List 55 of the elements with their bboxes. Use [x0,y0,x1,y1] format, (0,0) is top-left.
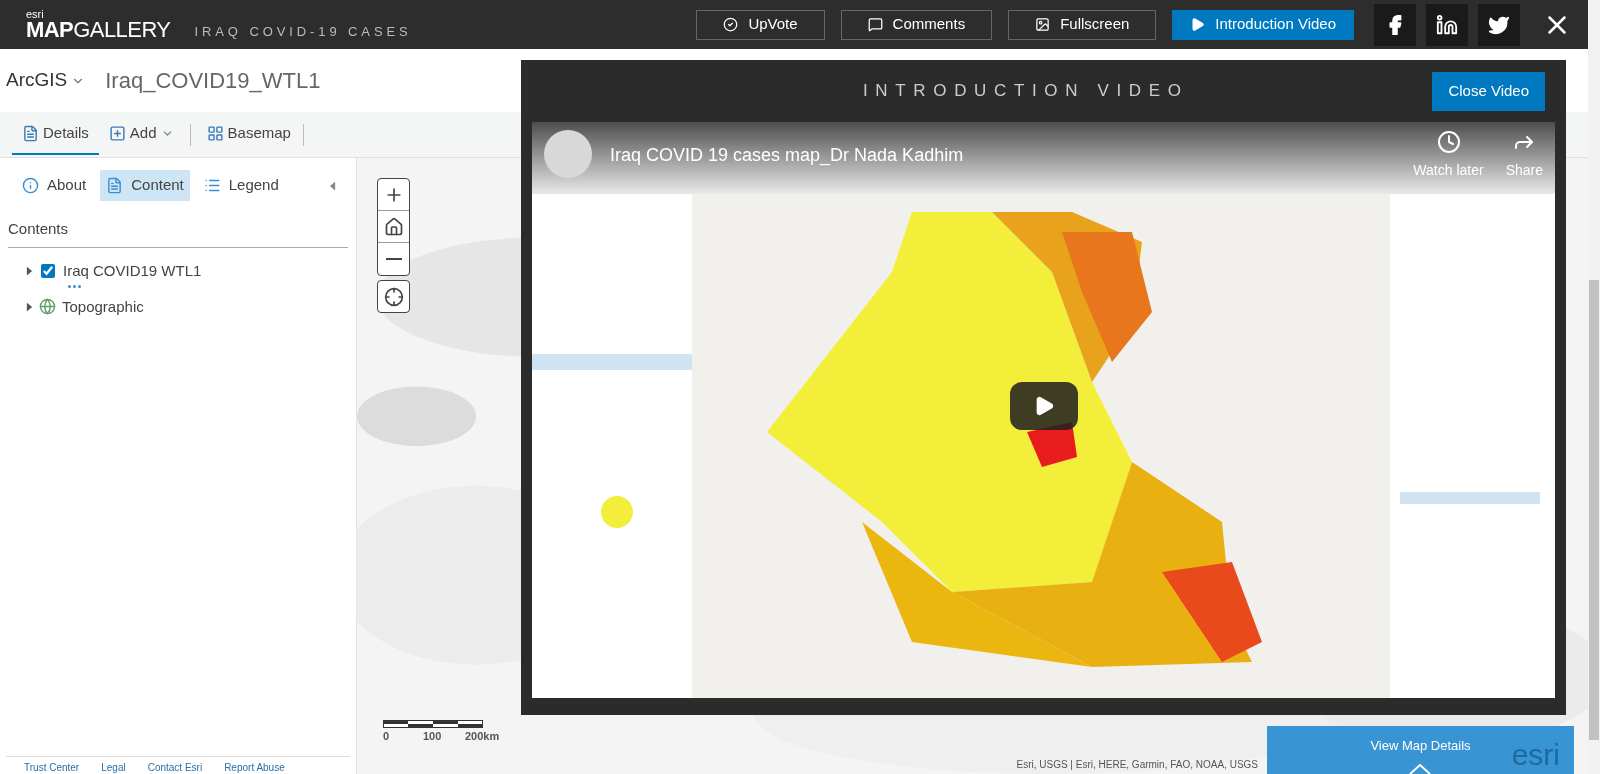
contents-heading: Contents [8,220,69,237]
expand-arrow-icon[interactable] [26,301,33,312]
gallery-title: IRAQ COVID-19 CASES [194,22,412,41]
toolbar-tab[interactable]: Basemap [196,114,301,155]
check-circle-icon [723,17,739,32]
panel-tab[interactable]: About [16,170,93,201]
list-icon [203,177,221,194]
panel-tab[interactable]: Content [100,170,190,201]
document-icon [106,177,124,194]
plus-square-icon [108,125,126,142]
product-menu[interactable]: ArcGIS [6,66,86,95]
collapse-arrow-icon[interactable] [329,179,336,192]
linkedin-icon [1436,13,1458,36]
panel-tab[interactable]: Legend [197,170,285,201]
scale-label: 200km [465,728,500,744]
globe-icon [39,298,56,316]
locate-button[interactable] [377,280,410,313]
twitter-button[interactable] [1478,3,1520,46]
play-button[interactable] [1010,382,1078,430]
logo-small-text: esri [26,8,45,19]
scale-label: 0 [383,728,391,744]
info-icon [22,177,39,194]
locate-icon [383,286,404,307]
map-attribution: Esri, USGS | Esri, HERE, Garmin, FAO, NOAA, USGS [1016,758,1258,772]
scale-bar-icon [383,719,483,728]
header-button[interactable]: UpVote [696,9,825,40]
home-icon [383,216,404,237]
footer-link[interactable]: Report Abuse [224,762,285,774]
layer-name[interactable]: Topographic [62,295,144,318]
document-icon [22,125,39,142]
expand-arrow-icon[interactable] [26,266,33,277]
clock-icon [1436,130,1461,154]
speech-bubble-icon [867,17,883,32]
close-video-button[interactable]: Close Video [1432,71,1545,111]
play-icon [1190,17,1206,32]
picture-icon [1035,17,1051,32]
logo-text: MAPGALLERY [26,18,171,41]
toolbar-tab[interactable]: Details [12,114,99,155]
scale-label: 100 [423,728,443,744]
footer-link[interactable]: Trust Center [24,762,80,774]
header-button[interactable]: Comments [840,9,993,40]
primary-button[interactable]: Introduction Video [1172,9,1354,40]
linkedin-button[interactable] [1426,3,1468,46]
footer-link[interactable]: Contact Esri [147,762,203,774]
toolbar-tab[interactable]: Add [98,114,184,155]
header-button[interactable]: Fullscreen [1008,9,1157,40]
footer-link[interactable]: Legal [101,762,126,774]
facebook-button[interactable] [1374,3,1416,46]
grid-icon [206,125,224,142]
dialog-title: INTRODUCTION VIDEO [863,80,1189,103]
minus-icon [385,258,402,260]
map-title: Iraq_COVID19_WTL1 [105,67,321,95]
layer-checkbox[interactable] [41,264,55,279]
chevron-up-icon [1409,764,1431,774]
layer-name[interactable]: Iraq COVID19 WTL1 [63,260,202,283]
